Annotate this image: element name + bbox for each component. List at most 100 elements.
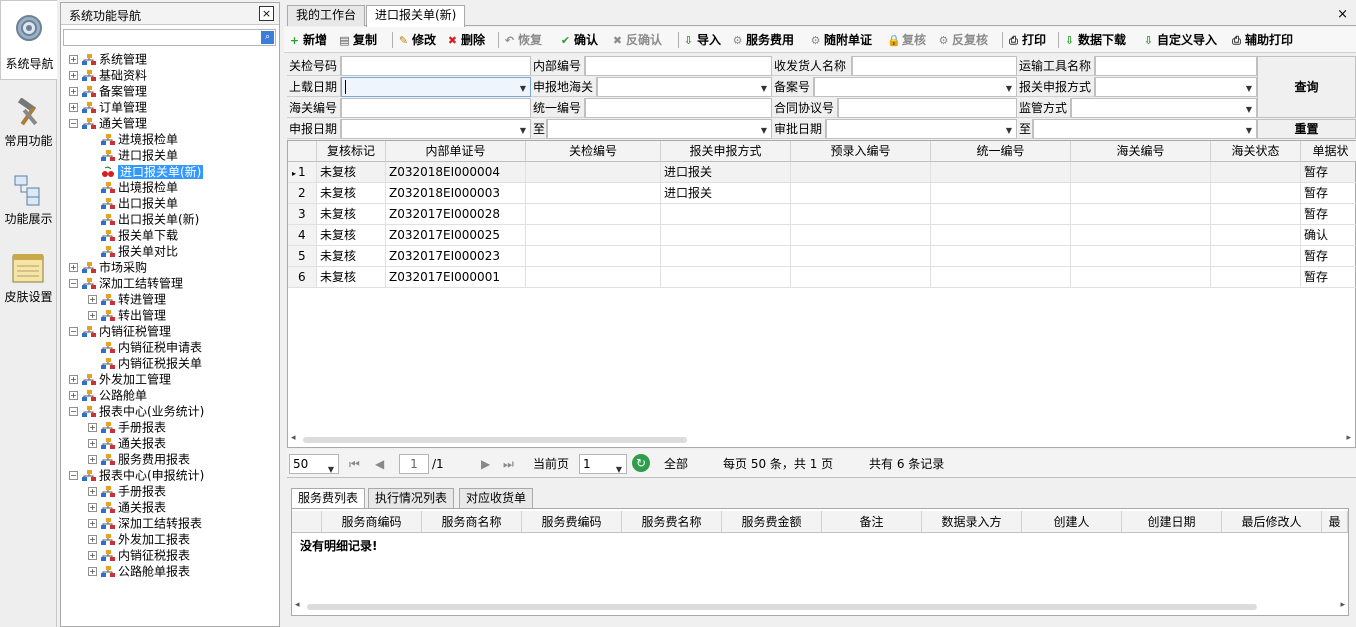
tree-node[interactable]: 内销征税报关单 [88,355,202,371]
grid-column-header[interactable]: 单据状 [1301,141,1356,162]
supervision-mode-select[interactable]: ▼ [1071,98,1257,118]
table-row[interactable]: 5 未复核 Z032017EI000023 暂存 [288,246,1356,267]
tree-node[interactable]: − 报表中心(申报统计) [69,467,204,483]
expand-icon[interactable]: + [88,423,97,432]
nav-search-input[interactable]: ⌕ [63,29,276,46]
expand-icon[interactable]: + [69,87,78,96]
declare-customs-select[interactable]: ▼ [597,77,772,97]
table-row[interactable]: 3 未复核 Z032017EI000028 暂存 [288,204,1356,225]
custom-import-button[interactable]: ⇩ 自定义导入 [1142,31,1217,49]
detail-column-header[interactable]: 创建日期 [1122,511,1222,533]
table-row[interactable]: 2 未复核 Z032018EI000003 进口报关 暂存 [288,183,1356,204]
expand-icon[interactable]: + [88,295,97,304]
expand-icon[interactable]: + [88,455,97,464]
module-common-functions[interactable]: 常用功能 [0,90,57,160]
tab-service-fees[interactable]: 服务费列表 [291,488,366,509]
transport-name-input[interactable] [1095,56,1257,76]
tab-execution-status[interactable]: 执行情况列表 [368,488,455,508]
tab-workbench[interactable]: 我的工作台 [287,5,366,26]
download-button[interactable]: ⇩ 数据下载 [1063,31,1126,49]
refresh-icon[interactable]: ↻ [632,454,650,472]
scroll-left-icon[interactable]: ◂ [295,600,300,610]
tree-node[interactable]: − 通关管理 [69,115,147,131]
grid-column-header[interactable]: 关检编号 [526,141,661,162]
grid-column-header[interactable]: 预录入编号 [791,141,931,162]
table-row[interactable]: ▸ 1 未复核 Z032018EI000004 进口报关 暂存 [288,162,1356,183]
tree-node[interactable]: + 外发加工报表 [88,531,190,547]
scrollbar-thumb[interactable] [303,437,687,443]
collapse-icon[interactable]: − [69,279,78,288]
declare-date-to-select[interactable]: ▼ [547,119,772,139]
grid-column-header[interactable]: 报关申报方式 [661,141,791,162]
detail-column-header[interactable]: 服务商编码 [322,511,422,533]
collapse-icon[interactable]: − [69,407,78,416]
expand-icon[interactable]: + [88,311,97,320]
expand-icon[interactable]: + [88,519,97,528]
query-button[interactable]: 查询 [1257,56,1356,118]
expand-icon[interactable]: + [69,103,78,112]
inspection-no-input[interactable] [341,56,531,76]
current-page-select[interactable]: 1 ▼ [579,454,627,474]
expand-icon[interactable]: + [88,535,97,544]
consignee-name-input[interactable] [852,56,1017,76]
grid-column-header[interactable]: 海关编号 [1071,141,1211,162]
first-page-icon[interactable]: ⏮ [349,456,360,472]
grid-column-header[interactable]: 海关状态 [1211,141,1301,162]
expand-icon[interactable]: + [69,71,78,80]
scroll-right-icon[interactable]: ▸ [1346,433,1351,443]
tree-node[interactable]: 报关单对比 [88,243,178,259]
show-all-link[interactable]: 全部 [664,456,688,472]
printer-button[interactable]: ⎙ 打印 [1007,31,1046,49]
declare-date-from-select[interactable]: ▼ [341,119,531,139]
next-page-icon[interactable]: ▶ [481,456,490,472]
approve-date-from-select[interactable]: ▼ [826,119,1017,139]
reset-button[interactable]: 重置 [1257,119,1356,139]
expand-icon[interactable]: + [69,55,78,64]
tree-node[interactable]: + 手册报表 [88,483,166,499]
tree-node[interactable]: + 转出管理 [88,307,166,323]
current-page-input[interactable]: 1 [399,454,429,474]
expand-icon[interactable]: + [69,391,78,400]
unreview-gear-button[interactable]: ⚙ 反复核 [937,31,988,49]
tree-node[interactable]: + 系统管理 [69,51,147,67]
record-no-select[interactable]: ▼ [814,77,1017,97]
collapse-icon[interactable]: − [69,471,78,480]
import-button[interactable]: ⇩ 导入 [682,31,721,49]
detail-column-header[interactable]: 服务费编码 [522,511,622,533]
customs-no-input[interactable] [341,98,531,118]
module-system-nav[interactable]: 系统导航 [0,0,57,80]
detail-horizontal-scrollbar[interactable]: ◂ ▸ [293,599,1347,613]
service-fee-gear-button[interactable]: ⚙ 服务费用 [731,31,794,49]
tree-node[interactable]: 出口报关单 [88,195,178,211]
page-size-select[interactable]: 50 ▼ [289,454,339,474]
close-icon[interactable]: × [259,6,274,21]
grid-column-header[interactable]: 复核标记 [317,141,386,162]
table-row[interactable]: 4 未复核 Z032017EI000025 确认 [288,225,1356,246]
expand-icon[interactable]: + [88,551,97,560]
contract-no-input[interactable] [838,98,1017,118]
tree-node[interactable]: + 外发加工管理 [69,371,171,387]
grid-column-header[interactable] [288,141,317,162]
tree-node[interactable]: + 手册报表 [88,419,166,435]
expand-icon[interactable]: + [88,503,97,512]
add-button[interactable]: + 新增 [288,31,327,49]
tree-node[interactable]: 内销征税申请表 [88,339,202,355]
detail-column-header[interactable]: 备注 [822,511,922,533]
tree-node[interactable]: + 通关报表 [88,435,166,451]
search-icon[interactable]: ⌕ [261,31,274,44]
tab-import-declaration-new[interactable]: 进口报关单(新) [366,5,466,27]
grid-column-header[interactable]: 内部单证号 [386,141,526,162]
tree-node[interactable]: + 转进管理 [88,291,166,307]
tree-node[interactable]: 报关单下载 [88,227,178,243]
unified-no-input[interactable] [585,98,772,118]
expand-icon[interactable]: + [69,263,78,272]
expand-icon[interactable]: + [69,375,78,384]
detail-column-header[interactable]: 服务费名称 [622,511,722,533]
detail-column-header[interactable]: 创建人 [1022,511,1122,533]
tree-node[interactable]: − 内销征税管理 [69,323,171,339]
scroll-right-icon[interactable]: ▸ [1340,600,1345,610]
table-row[interactable]: 6 未复核 Z032017EI000001 暂存 [288,267,1356,288]
detail-column-header[interactable]: 最 [1322,511,1348,533]
tree-node[interactable]: + 备案管理 [69,83,147,99]
close-tab-icon[interactable]: × [1337,7,1348,22]
